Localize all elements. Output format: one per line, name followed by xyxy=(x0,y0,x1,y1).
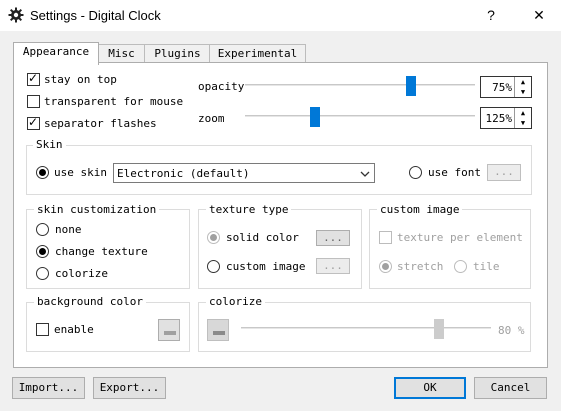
change-texture-radio[interactable] xyxy=(36,245,49,258)
separator-flashes-label: separator flashes xyxy=(44,117,157,130)
colorize-value: 80 % xyxy=(498,324,525,337)
tab-plugins[interactable]: Plugins xyxy=(144,44,211,64)
texture-per-element-label: texture per element xyxy=(397,231,523,244)
skin-select[interactable]: Electronic (default) xyxy=(113,163,375,183)
stay-on-top-checkbox[interactable] xyxy=(27,71,40,86)
select-font-button[interactable]: ... xyxy=(487,164,521,181)
export-button[interactable]: Export... xyxy=(93,377,166,399)
spin-up-icon[interactable]: ▲ xyxy=(514,77,531,87)
texture-type-title: texture type xyxy=(206,203,292,216)
chevron-down-icon xyxy=(360,171,370,177)
separator-flashes-checkbox[interactable] xyxy=(27,115,40,130)
opacity-value: 75% xyxy=(492,81,512,94)
custom-image-label: custom image xyxy=(226,260,306,273)
spin-up-icon[interactable]: ▲ xyxy=(514,108,531,118)
zoom-spinbox[interactable]: 125% ▲ ▼ xyxy=(480,107,532,129)
background-color-swatch[interactable] xyxy=(158,319,180,341)
use-skin-label: use skin xyxy=(54,166,107,179)
solid-color-radio[interactable] xyxy=(207,231,220,244)
colorize-label: colorize xyxy=(55,267,108,280)
cancel-button[interactable]: Cancel xyxy=(474,377,547,399)
use-skin-radio[interactable] xyxy=(36,166,49,179)
ok-button[interactable]: OK xyxy=(394,377,466,399)
zoom-value: 125% xyxy=(485,112,513,125)
colorize-slider-track[interactable] xyxy=(241,327,491,330)
zoom-slider-track[interactable] xyxy=(245,115,475,118)
texture-type-group xyxy=(198,209,362,289)
custom-image-group xyxy=(369,209,531,289)
colorize-slider-thumb[interactable] xyxy=(434,319,444,339)
colorize-title: colorize xyxy=(206,295,265,308)
skin-customization-title: skin customization xyxy=(34,203,160,216)
window-title: Settings - Digital Clock xyxy=(30,8,161,23)
solid-color-button[interactable]: ... xyxy=(316,230,350,246)
change-texture-label: change texture xyxy=(55,245,148,258)
background-color-title: background color xyxy=(34,295,146,308)
use-font-label: use font xyxy=(428,166,481,179)
transparent-for-mouse-label: transparent for mouse xyxy=(44,95,184,108)
customization-none-label: none xyxy=(55,223,82,236)
stretch-label: stretch xyxy=(397,260,444,273)
import-button[interactable]: Import... xyxy=(12,377,85,399)
background-enable-checkbox[interactable] xyxy=(36,323,49,336)
gear-icon xyxy=(8,7,24,23)
opacity-label: opacity xyxy=(198,80,245,93)
color-swatch-icon xyxy=(164,331,176,335)
spin-down-icon[interactable]: ▼ xyxy=(514,87,531,97)
tab-misc[interactable]: Misc xyxy=(97,44,146,64)
tab-appearance[interactable]: Appearance xyxy=(13,42,99,65)
opacity-spinbox[interactable]: 75% ▲ ▼ xyxy=(480,76,532,98)
stretch-radio[interactable] xyxy=(379,260,392,273)
zoom-label: zoom xyxy=(198,112,225,125)
transparent-for-mouse-checkbox[interactable] xyxy=(27,95,40,108)
stay-on-top-label: stay on top xyxy=(44,73,117,86)
tile-radio[interactable] xyxy=(454,260,467,273)
title-bar: Settings - Digital Clock ? ✕ xyxy=(0,0,561,31)
skin-group-title: Skin xyxy=(33,138,66,151)
custom-image-radio[interactable] xyxy=(207,260,220,273)
colorize-radio[interactable] xyxy=(36,267,49,280)
use-font-radio[interactable] xyxy=(409,166,422,179)
spin-down-icon[interactable]: ▼ xyxy=(514,118,531,128)
custom-image-button[interactable]: ... xyxy=(316,258,350,274)
solid-color-label: solid color xyxy=(226,231,299,244)
opacity-slider-thumb[interactable] xyxy=(406,76,416,96)
zoom-slider-thumb[interactable] xyxy=(310,107,320,127)
colorize-color-swatch[interactable] xyxy=(207,319,229,341)
tile-label: tile xyxy=(473,260,500,273)
color-swatch-icon xyxy=(213,331,225,335)
opacity-slider-track[interactable] xyxy=(245,84,475,87)
customization-none-radio[interactable] xyxy=(36,223,49,236)
close-button[interactable]: ✕ xyxy=(526,4,552,26)
custom-image-title: custom image xyxy=(377,203,463,216)
skin-select-value: Electronic (default) xyxy=(117,167,250,180)
help-button[interactable]: ? xyxy=(478,4,504,26)
tab-experimental[interactable]: Experimental xyxy=(209,44,306,64)
background-enable-label: enable xyxy=(54,323,94,336)
texture-per-element-checkbox[interactable] xyxy=(379,231,392,244)
